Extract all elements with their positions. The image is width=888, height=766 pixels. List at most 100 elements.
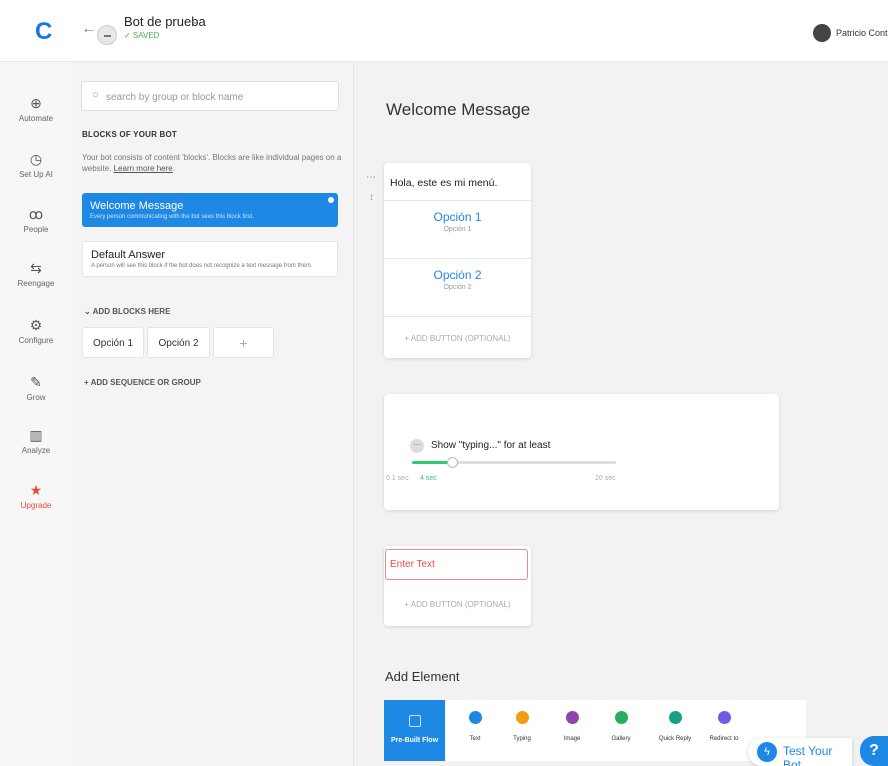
top-bar: C ← Bot de prueba ⌄ ✓ SAVED Patricio Con… <box>0 0 888 62</box>
nav-item-automate[interactable]: ⊕ Automate <box>0 94 72 123</box>
add-sequence-link[interactable]: + ADD SEQUENCE OR GROUP <box>84 378 201 387</box>
block-description: Every person communicating with the bot … <box>90 214 254 220</box>
nav-label: Automate <box>18 114 54 123</box>
help-button[interactable]: ? <box>860 736 888 766</box>
block-name: Welcome Message <box>90 200 184 212</box>
add-element-title: Add Element <box>385 669 460 684</box>
button-option-2[interactable]: Opción 2 <box>384 268 531 282</box>
slider-handle[interactable] <box>446 457 458 468</box>
left-nav: ⊕ Automate ◷ Set Up AI ꝏ People ⇆ Reenga… <box>0 62 72 766</box>
button-option-1[interactable]: Opción 1 <box>384 210 531 224</box>
nav-label: Upgrade <box>20 501 52 510</box>
nav-item-analyze[interactable]: ▥ Analyze <box>0 426 72 455</box>
typing-card <box>384 394 779 510</box>
add-text-element-button[interactable]: Text <box>452 700 498 761</box>
nav-item-reengage[interactable]: ⇆ Reengage <box>0 259 72 288</box>
element-label: Redirect to <box>709 736 739 742</box>
bar-chart-icon: ▥ <box>29 427 43 443</box>
bot-avatar <box>97 25 117 45</box>
typing-slider[interactable] <box>412 457 616 468</box>
element-label: Quick Reply <box>658 736 692 742</box>
divider <box>384 258 531 259</box>
blocks-section-title: BLOCKS OF YOUR BOT <box>82 130 178 139</box>
people-icon: ꝏ <box>28 206 44 222</box>
back-arrow-icon[interactable]: ← <box>81 20 97 38</box>
drag-handle-icon[interactable]: ↕ <box>369 192 374 203</box>
editor-title[interactable]: Welcome Message <box>386 100 530 120</box>
quick-reply-icon <box>668 711 682 724</box>
divider <box>384 200 531 201</box>
element-label: Gallery <box>611 736 631 742</box>
chevron-down-icon[interactable]: ⌄ <box>190 13 200 27</box>
arrows-icon: ⇆ <box>30 260 42 276</box>
learn-more-link[interactable]: Learn more here <box>114 164 173 173</box>
more-options-icon[interactable]: ⋯ <box>366 172 376 183</box>
block-welcome-message[interactable]: Welcome Message Every person communicati… <box>82 193 338 227</box>
star-icon: ★ <box>29 482 43 498</box>
plus-icon: + <box>84 378 91 387</box>
add-button-link[interactable]: + ADD BUTTON (OPTIONAL) <box>384 334 531 343</box>
add-sequence-label: ADD SEQUENCE OR GROUP <box>90 378 201 387</box>
image-icon <box>565 711 579 724</box>
blocks-description: Your bot consists of content 'blocks'. B… <box>82 153 342 173</box>
add-block-button[interactable]: + <box>213 327 274 358</box>
add-redirect-element-button[interactable]: Redirect to <box>701 700 747 761</box>
user-name[interactable]: Patricio Contreras <box>836 28 888 38</box>
nav-label: Analyze <box>21 446 51 455</box>
gear-icon: ⚙ <box>29 317 43 333</box>
slider-fill <box>412 461 452 464</box>
block-name: Default Answer <box>91 249 165 261</box>
add-button-link-2[interactable]: + ADD BUTTON (OPTIONAL) <box>384 600 531 609</box>
redirect-icon <box>717 711 731 724</box>
nav-label: Grow <box>26 393 46 402</box>
pencil-icon: ✎ <box>30 374 42 390</box>
chevron-down-icon: ⌄ <box>84 307 93 316</box>
gallery-icon <box>614 711 628 724</box>
block-default-answer[interactable]: Default Answer A person will see this bl… <box>82 241 338 277</box>
app-logo[interactable]: C <box>35 18 52 46</box>
messenger-icon: ϟ <box>757 742 777 762</box>
element-label: Typing <box>513 736 531 742</box>
add-quick-reply-element-button[interactable]: Quick Reply <box>652 700 698 761</box>
user-avatar[interactable] <box>813 24 831 42</box>
typing-dots-icon: ··· <box>410 439 424 453</box>
slider-max-label: 20 sec <box>595 475 616 482</box>
slider-current-label: 4 sec <box>420 475 437 482</box>
test-your-bot-label: Test Your Bot <box>783 744 833 766</box>
add-image-element-button[interactable]: Image <box>549 700 595 761</box>
nav-label: Configure <box>18 336 54 345</box>
add-blocks-link[interactable]: ⌄ ADD BLOCKS HERE <box>84 307 170 316</box>
text-icon <box>468 711 482 724</box>
add-blocks-label: ADD BLOCKS HERE <box>92 307 171 316</box>
button-option-2-sub: Opción 2 <box>443 284 472 291</box>
element-label: Text <box>469 736 481 742</box>
element-label: Image <box>563 736 581 742</box>
search-icon: ○ <box>92 89 99 101</box>
robot-icon: ◷ <box>29 151 43 167</box>
typing-label: Show "typing..." for at least <box>431 440 551 451</box>
nav-item-upgrade[interactable]: ★ Upgrade <box>0 481 72 510</box>
add-gallery-element-button[interactable]: Gallery <box>598 700 644 761</box>
typing-icon <box>515 711 529 724</box>
nav-item-setup-ai[interactable]: ◷ Set Up AI <box>0 150 72 179</box>
nav-label: Set Up AI <box>19 170 53 179</box>
block-description: A person will see this block if the bot … <box>91 263 313 269</box>
nav-item-grow[interactable]: ✎ Grow <box>0 373 72 402</box>
flow-icon <box>408 715 421 727</box>
pre-built-flow-button[interactable]: Pre-Built Flow <box>384 700 445 761</box>
nav-item-configure[interactable]: ⚙ Configure <box>0 316 72 345</box>
slider-min-label: 0.1 sec <box>386 475 409 482</box>
block-indicator-icon <box>328 197 334 203</box>
grid-globe-icon: ⊕ <box>30 95 42 111</box>
block-chip-opcion-1[interactable]: Opción 1 <box>82 327 144 358</box>
search-box[interactable]: ○ <box>81 81 339 111</box>
message-text[interactable]: Hola, este es mi menú. <box>390 177 497 189</box>
add-typing-element-button[interactable]: Typing <box>499 700 545 761</box>
nav-item-people[interactable]: ꝏ People <box>0 205 72 234</box>
text-message-input[interactable] <box>385 549 528 580</box>
divider <box>384 316 531 317</box>
search-input[interactable] <box>106 88 331 106</box>
test-your-bot-button[interactable]: ϟ Test Your Bot <box>748 738 852 766</box>
nav-label: Reengage <box>17 279 55 288</box>
block-chip-opcion-2[interactable]: Opción 2 <box>147 327 210 358</box>
